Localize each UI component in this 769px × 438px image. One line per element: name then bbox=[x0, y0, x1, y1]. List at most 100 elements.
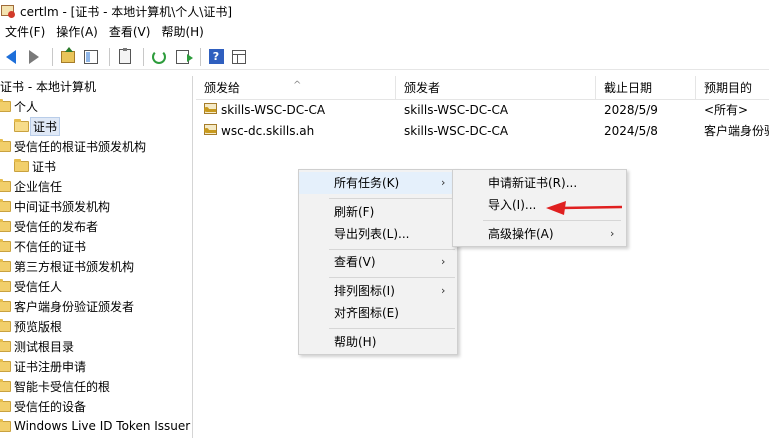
tree-item-third-party-root[interactable]: 第三方根证书颁发机构 bbox=[0, 256, 134, 276]
submenu-arrow-icon: › bbox=[441, 284, 446, 297]
tree-item-label: 证书 - 本地计算机 bbox=[0, 79, 96, 94]
menu-item-label: 导出列表(L)... bbox=[334, 227, 410, 241]
tree-item-trusted-publishers[interactable]: 受信任的发布者 bbox=[0, 216, 98, 236]
refresh-icon[interactable] bbox=[149, 47, 169, 67]
tree-item-label: 证书 bbox=[32, 159, 57, 174]
certificate-key-icon bbox=[204, 103, 219, 117]
tree-item-label: 受信任人 bbox=[14, 279, 63, 294]
submenu-arrow-icon: › bbox=[610, 227, 615, 240]
menu-item-label: 所有任务(K) bbox=[334, 176, 400, 190]
toolbar: ? bbox=[0, 44, 769, 70]
tree-item-intermediate-ca[interactable]: 中间证书颁发机构 bbox=[0, 196, 110, 216]
tree-item-enterprise-trust[interactable]: 企业信任 bbox=[0, 176, 62, 196]
menu-separator bbox=[483, 220, 621, 221]
cell-intended-purpose: 客户端身份验 bbox=[704, 124, 769, 138]
tree-item-test-root[interactable]: 测试根目录 bbox=[0, 336, 74, 356]
toolbar-separator bbox=[200, 47, 201, 66]
clipboard-icon[interactable] bbox=[115, 47, 135, 67]
menu-item-advanced-operations[interactable]: 高级操作(A) › bbox=[453, 223, 626, 245]
up-folder-icon[interactable] bbox=[58, 46, 78, 67]
console-tree: 证书 - 本地计算机 个人 证书 受信任的根证书颁发机构 证书 企业信任 中间证… bbox=[0, 76, 193, 438]
tree-item-label: 测试根目录 bbox=[14, 339, 75, 354]
export-list-icon[interactable] bbox=[172, 47, 193, 67]
tree-item-untrusted[interactable]: 不信任的证书 bbox=[0, 236, 86, 256]
forward-icon[interactable] bbox=[24, 47, 44, 67]
menu-item-view[interactable]: 查看(V) › bbox=[299, 251, 457, 273]
tree-item-smartcard-root[interactable]: 智能卡受信任的根 bbox=[0, 376, 110, 396]
menu-item-line-up-icons[interactable]: 对齐图标(E) bbox=[299, 302, 457, 324]
sort-ascending-icon: ^ bbox=[293, 80, 302, 91]
properties-icon[interactable] bbox=[229, 47, 249, 67]
toolbar-separator bbox=[52, 47, 53, 66]
menu-separator bbox=[329, 249, 455, 250]
folder-icon bbox=[0, 318, 11, 332]
help-icon[interactable]: ? bbox=[206, 47, 226, 67]
tree-item-label: 预览版根 bbox=[14, 319, 63, 334]
back-icon[interactable] bbox=[1, 47, 21, 67]
folder-open-icon bbox=[14, 118, 29, 132]
folder-icon bbox=[0, 218, 11, 232]
folder-icon bbox=[0, 258, 11, 272]
all-tasks-submenu: 申请新证书(R)... 导入(I)... 高级操作(A) › bbox=[452, 169, 627, 247]
menu-item-request-new-certificate[interactable]: 申请新证书(R)... bbox=[453, 172, 626, 194]
tree-item-live-id-issuer[interactable]: Windows Live ID Token Issuer bbox=[0, 416, 190, 436]
submenu-arrow-icon: › bbox=[441, 176, 446, 189]
title-bar: certlm - [证书 - 本地计算机\个人\证书] bbox=[0, 0, 769, 22]
tree-item-label: 受信任的设备 bbox=[14, 399, 87, 414]
menu-item-label: 排列图标(I) bbox=[334, 284, 395, 298]
menu-file[interactable]: 文件(F) bbox=[0, 22, 51, 42]
tree-item-trusted-people[interactable]: 受信任人 bbox=[0, 276, 62, 296]
column-issued-to[interactable]: 颁发给 ^ bbox=[196, 76, 396, 100]
folder-icon bbox=[0, 378, 11, 392]
menu-item-refresh[interactable]: 刷新(F) bbox=[299, 201, 457, 223]
menu-view[interactable]: 查看(V) bbox=[104, 22, 157, 42]
tree-root[interactable]: 证书 - 本地计算机 bbox=[0, 76, 96, 96]
tree-item-trusted-root[interactable]: 受信任的根证书颁发机构 bbox=[0, 136, 146, 156]
tree-item-label: 受信任的根证书颁发机构 bbox=[14, 139, 147, 154]
folder-icon bbox=[0, 138, 11, 152]
menu-item-help[interactable]: 帮助(H) bbox=[299, 331, 457, 353]
menu-item-label: 帮助(H) bbox=[334, 335, 377, 349]
tree-item-label: 中间证书颁发机构 bbox=[14, 199, 111, 214]
menu-item-arrange-icons[interactable]: 排列图标(I) › bbox=[299, 280, 457, 302]
submenu-arrow-icon: › bbox=[441, 255, 446, 268]
tree-item-label: 智能卡受信任的根 bbox=[14, 379, 111, 394]
tree-item-trusted-root-certificates[interactable]: 证书 bbox=[14, 156, 56, 176]
toolbar-separator bbox=[109, 47, 110, 66]
column-label: 截止日期 bbox=[604, 81, 653, 95]
folder-icon bbox=[0, 298, 11, 312]
menu-item-export-list[interactable]: 导出列表(L)... bbox=[299, 223, 457, 245]
menu-bar: 文件(F) 操作(A) 查看(V) 帮助(H) bbox=[0, 22, 769, 42]
menu-separator bbox=[329, 198, 455, 199]
list-item[interactable]: skills-WSC-DC-CA skills-WSC-DC-CA 2028/5… bbox=[196, 100, 769, 121]
tree-item-personal-certificates[interactable]: 证书 bbox=[14, 116, 61, 136]
menu-item-import[interactable]: 导入(I)... bbox=[453, 194, 626, 216]
tree-item-personal[interactable]: 个人 bbox=[0, 96, 38, 116]
menu-item-all-tasks[interactable]: 所有任务(K) › bbox=[299, 172, 457, 194]
tree-item-label: 客户端身份验证颁发者 bbox=[14, 299, 135, 314]
menu-item-label: 查看(V) bbox=[334, 255, 376, 269]
cell-issued-by: skills-WSC-DC-CA bbox=[404, 103, 509, 117]
list-item[interactable]: wsc-dc.skills.ah skills-WSC-DC-CA 2024/5… bbox=[196, 121, 769, 142]
certificate-app-icon bbox=[1, 4, 15, 18]
certificate-key-icon bbox=[204, 124, 219, 138]
column-label: 颁发者 bbox=[404, 81, 441, 95]
column-issued-by[interactable]: 颁发者 bbox=[396, 76, 596, 100]
show-tree-icon[interactable] bbox=[81, 47, 101, 67]
cell-expiration: 2028/5/9 bbox=[604, 103, 658, 117]
list-header: 颁发给 ^ 颁发者 截止日期 预期目的 bbox=[196, 76, 769, 100]
menu-action[interactable]: 操作(A) bbox=[51, 22, 104, 42]
menu-help[interactable]: 帮助(H) bbox=[156, 22, 209, 42]
tree-item-enrollment-requests[interactable]: 证书注册申请 bbox=[0, 356, 86, 376]
tree-item-trusted-devices[interactable]: 受信任的设备 bbox=[0, 396, 86, 416]
cell-expiration: 2024/5/8 bbox=[604, 124, 658, 138]
tree-item-preview-root[interactable]: 预览版根 bbox=[0, 316, 62, 336]
folder-icon bbox=[14, 158, 29, 172]
column-intended-purpose[interactable]: 预期目的 bbox=[696, 76, 769, 100]
tree-item-label: 个人 bbox=[14, 99, 39, 114]
tree-item-label: 不信任的证书 bbox=[14, 239, 87, 254]
cell-issued-to: skills-WSC-DC-CA bbox=[221, 103, 326, 117]
tree-item-label: Windows Live ID Token Issuer bbox=[14, 419, 191, 433]
column-expiration[interactable]: 截止日期 bbox=[596, 76, 696, 100]
tree-item-client-auth-issuers[interactable]: 客户端身份验证颁发者 bbox=[0, 296, 134, 316]
